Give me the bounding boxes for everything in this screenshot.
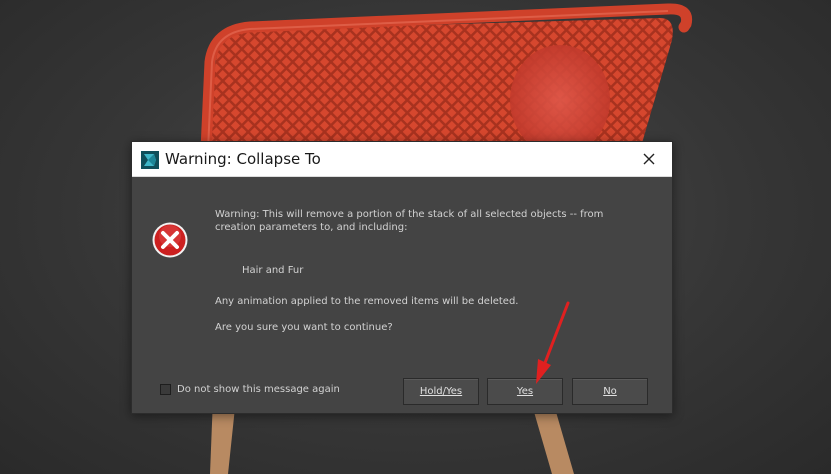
dont-show-checkbox[interactable] [160,384,171,395]
chair-cushion [510,45,610,155]
3ds-max-logo-icon [141,151,159,169]
modifier-name: Hair and Fur [242,265,304,276]
close-button[interactable] [626,142,672,176]
error-x-icon [152,222,188,258]
dont-show-label: Do not show this message again [177,384,340,395]
close-icon [643,153,655,165]
hold-yes-button[interactable]: Hold/Yes [403,378,479,405]
confirm-question: Are you sure you want to continue? [215,322,393,333]
message-line-2: creation parameters to, and including: [215,222,408,233]
animation-note: Any animation applied to the removed ite… [215,296,519,307]
dialog-title: Warning: Collapse To [165,150,321,168]
dont-show-again-option[interactable]: Do not show this message again [160,384,340,395]
warning-dialog: Warning: Collapse To Warning: This will … [131,141,673,414]
yes-button[interactable]: Yes [487,378,563,405]
no-button[interactable]: No [572,378,648,405]
message-line-1: Warning: This will remove a portion of t… [215,209,604,220]
dialog-titlebar[interactable]: Warning: Collapse To [132,142,672,177]
